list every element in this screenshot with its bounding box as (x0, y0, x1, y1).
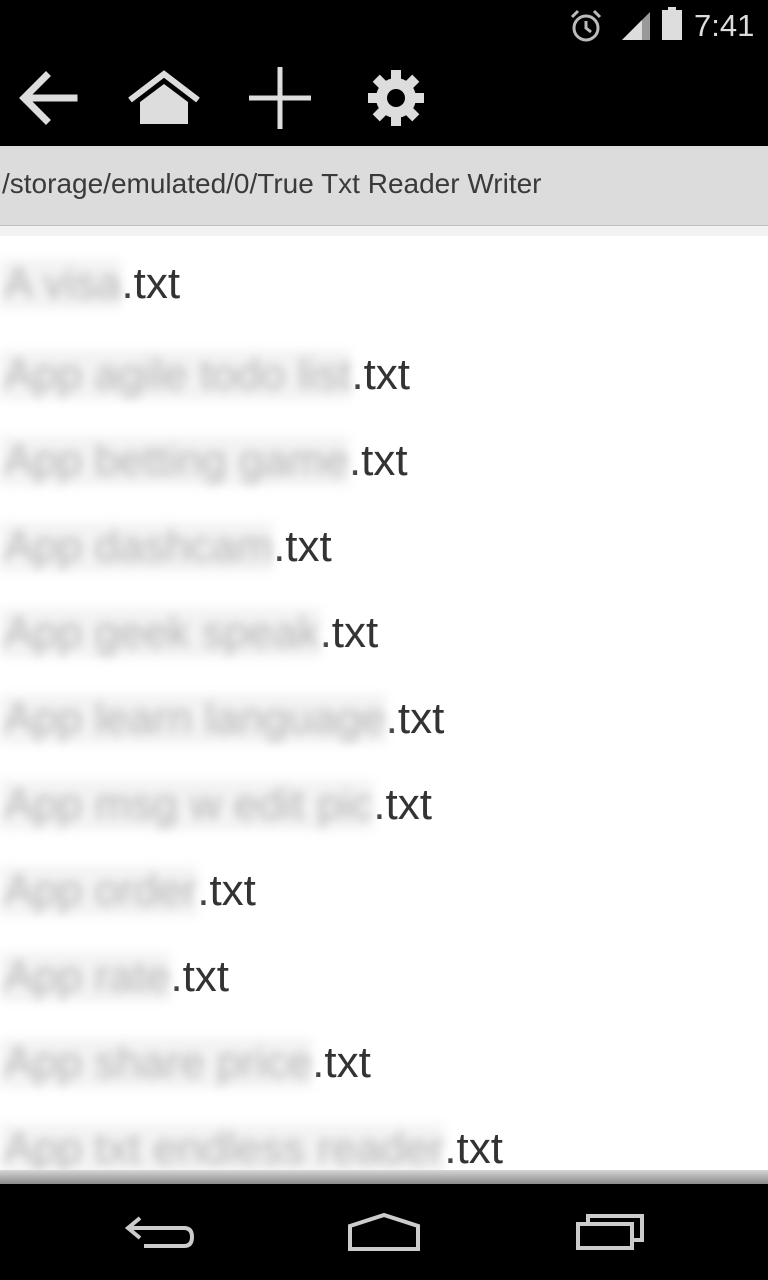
file-list-item[interactable]: App txt endless reader .txt (0, 1106, 768, 1170)
nav-home-button[interactable] (334, 1200, 434, 1264)
file-name: A visa (0, 259, 122, 309)
path-breadcrumb: /storage/emulated/0/True Txt Reader Writ… (0, 146, 768, 226)
nav-back-button[interactable] (110, 1200, 210, 1264)
status-time: 7:41 (694, 8, 755, 43)
alarm-icon (570, 9, 602, 42)
file-extension: .txt (319, 608, 379, 657)
list-scroll-edge (0, 1170, 768, 1184)
home-button[interactable] (124, 60, 204, 136)
file-list-item[interactable]: App geek speak .txt (0, 590, 768, 676)
file-list-item[interactable]: App order .txt (0, 848, 768, 934)
file-extension: .txt (197, 866, 256, 915)
divider (0, 226, 768, 236)
settings-gear-icon (368, 70, 424, 126)
file-name: App order (0, 866, 198, 916)
file-list-item[interactable]: App share price .txt (0, 1020, 768, 1106)
file-name: App txt endless reader (0, 1124, 445, 1170)
file-name: App share price (0, 1038, 313, 1088)
settings-button[interactable] (356, 60, 436, 136)
file-name: App agile todo list (0, 350, 352, 400)
toolbar (0, 50, 768, 146)
file-extension: .txt (273, 522, 332, 571)
file-list-item[interactable]: App betting game .txt (0, 418, 768, 504)
add-icon (249, 67, 311, 129)
nav-back-icon (124, 1216, 195, 1248)
system-nav-bar (0, 1184, 768, 1280)
file-list-item[interactable]: App dashcam .txt (0, 504, 768, 590)
file-extension: .txt (121, 259, 181, 308)
file-list-item[interactable]: App rate .txt (0, 934, 768, 1020)
file-extension: .txt (385, 694, 445, 743)
file-extension: .txt (170, 952, 230, 1001)
file-list-item[interactable]: A visa .txt (0, 236, 768, 332)
file-name: App rate (0, 952, 171, 1002)
file-name: App betting game (0, 436, 349, 486)
file-extension: .txt (348, 436, 408, 485)
file-list-item[interactable]: App agile todo list .txt (0, 332, 768, 418)
back-arrow-icon (19, 71, 78, 125)
back-button[interactable] (8, 60, 88, 136)
add-button[interactable] (240, 60, 320, 136)
status-bar: 7:41 (0, 0, 768, 50)
signal-icon (622, 12, 650, 40)
file-name: App msg w edit pic (0, 780, 374, 830)
nav-recents-button[interactable] (560, 1200, 660, 1264)
file-list: A visa .txt App agile todo list .txt App b… (0, 236, 768, 1170)
file-list-item[interactable]: App msg w edit pic .txt (0, 762, 768, 848)
file-extension: .txt (444, 1124, 503, 1170)
file-list-item[interactable]: App learn language .txt (0, 676, 768, 762)
battery-icon (662, 7, 682, 40)
nav-recents-icon (576, 1214, 644, 1250)
file-extension: .txt (312, 1038, 371, 1087)
file-extension: .txt (373, 780, 432, 829)
path-text: /storage/emulated/0/True Txt Reader Writ… (2, 168, 542, 199)
file-name: App geek speak (0, 608, 320, 658)
nav-home-icon (348, 1212, 420, 1251)
file-extension: .txt (351, 350, 411, 399)
file-name: App dashcam (0, 522, 274, 572)
home-icon (128, 70, 200, 124)
file-name: App learn language (0, 694, 386, 744)
